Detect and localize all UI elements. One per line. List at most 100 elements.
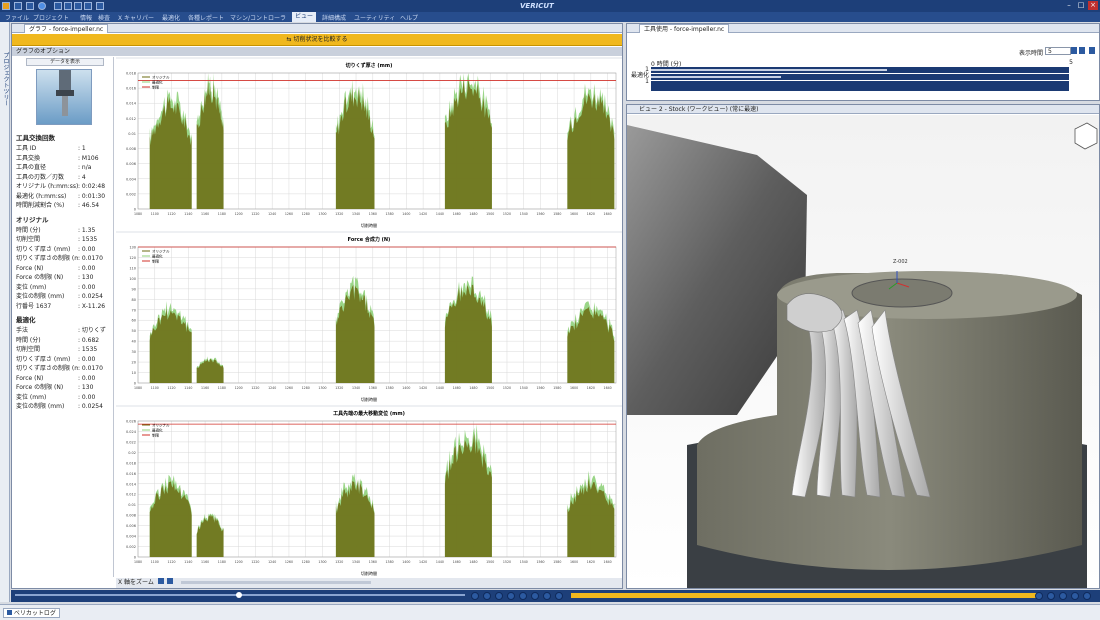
x-tick-label: 1600 — [570, 212, 578, 216]
tools-icon[interactable] — [26, 2, 34, 10]
y-tick-label: 40 — [132, 340, 136, 344]
y-tick-label: 130 — [129, 246, 136, 250]
x-tick-label: 1180 — [218, 560, 226, 564]
menu-optimize[interactable]: 最適化 — [162, 13, 180, 22]
step-button[interactable] — [1059, 592, 1067, 600]
maximize-button[interactable]: □ — [1076, 1, 1086, 10]
play-button[interactable] — [1047, 592, 1055, 600]
status-light-8[interactable] — [555, 592, 563, 600]
original-row: 切削空間: 1535 — [16, 235, 114, 245]
x-tick-label: 1280 — [302, 212, 310, 216]
x-tick-label: 1280 — [302, 386, 310, 390]
layout-icon[interactable] — [54, 2, 62, 10]
y-tick-label: 120 — [129, 256, 136, 260]
x-tick-label: 1520 — [503, 212, 511, 216]
x-tick-label: 1200 — [235, 386, 243, 390]
open-icon[interactable] — [14, 2, 22, 10]
menu-config[interactable]: 詳細構成 — [322, 13, 346, 22]
original-row: Force (N): 0.00 — [16, 264, 114, 274]
project-tree-strip[interactable]: プロジェクトツリー — [0, 22, 10, 602]
menu-view[interactable]: ビュー — [292, 12, 317, 22]
x-tick-label: 1560 — [536, 386, 544, 390]
forward-button[interactable] — [1083, 592, 1091, 600]
time-up-icon[interactable] — [1071, 47, 1077, 54]
original-key: Force (N) — [16, 264, 44, 272]
stop-button[interactable] — [1071, 592, 1079, 600]
chart-2[interactable]: 工具先端の最大移動変位 (mm) 0 0.002 0.004 0.006 0.008 0.0… — [116, 407, 622, 579]
chart-0[interactable]: 切りくず厚さ (mm) 0 0.002 0.004 0.006 0.008 0.01 0.01… — [116, 59, 622, 231]
x-tick-label: 1380 — [386, 386, 394, 390]
original-row: 変位 (mm): 0.00 — [16, 283, 114, 293]
x-tick-label: 1540 — [520, 386, 528, 390]
x-tick-label: 1080 — [134, 212, 142, 216]
original-value: : X-11.26 — [78, 302, 106, 310]
chart-1[interactable]: Force 合成力 (N) 0 10 20 30 40 50 60 70 80 90 100 110 12… — [116, 233, 622, 405]
close-button[interactable]: × — [1088, 1, 1098, 10]
minimize-button[interactable]: – — [1064, 1, 1074, 10]
compare-cutting-button[interactable]: ⇆ 切削状況を比較する — [12, 34, 622, 46]
optimized-row: 手法: 切りくず — [16, 326, 114, 336]
optimized-key: 時間 (分) — [16, 336, 41, 344]
project-tree-tab[interactable]: プロジェクトツリー — [1, 52, 10, 106]
status-light-7[interactable] — [543, 592, 551, 600]
tool-value: : 0:02:48 — [78, 183, 106, 190]
time-down-icon[interactable] — [1079, 47, 1085, 54]
x-tick-label: 1420 — [419, 386, 427, 390]
optimized-row: Force の制限 (N): 130 — [16, 383, 114, 393]
status-light-6[interactable] — [531, 592, 539, 600]
optimized-row: 切削空間: 1535 — [16, 345, 114, 355]
menu-inspect[interactable]: 検査 — [98, 13, 110, 22]
legend-entry: 制限 — [152, 259, 159, 264]
x-tick-label: 1280 — [302, 560, 310, 564]
graph-options-bar[interactable]: グラフのオプション — [12, 47, 622, 56]
menu-utility[interactable]: ユーティリティ — [354, 13, 395, 22]
x-tick-label: 1080 — [134, 386, 142, 390]
info-icon[interactable] — [38, 2, 46, 10]
progress-thumb[interactable] — [236, 592, 242, 598]
axis-label: Z-002 — [893, 259, 908, 265]
original-area — [196, 514, 224, 557]
time-axis-max: 5 — [1069, 59, 1073, 66]
settings-icon[interactable] — [96, 2, 104, 10]
status-light-1[interactable] — [471, 592, 479, 600]
vericut-log-tab[interactable]: ベリカットログ — [3, 608, 60, 618]
layout-icon-2[interactable] — [64, 2, 72, 10]
tool-row: 最適化 (h:mm:ss): 0:01:30 — [16, 192, 114, 202]
display-time-input[interactable]: 5 — [1045, 47, 1071, 55]
status-light-3[interactable] — [495, 592, 503, 600]
layout-icon-4[interactable] — [84, 2, 92, 10]
menu-file[interactable]: ファイル — [5, 13, 29, 22]
reset-button[interactable] — [1035, 592, 1043, 600]
menu-machine[interactable]: マシン/コントローラ — [230, 13, 286, 22]
x-tick-label: 1620 — [587, 212, 595, 216]
x-tick-label: 1380 — [386, 560, 394, 564]
menu-caliper[interactable]: X キャリパー — [118, 13, 154, 22]
status-light-5[interactable] — [519, 592, 527, 600]
log-icon — [7, 610, 12, 615]
y-tick-label: 0.02 — [128, 451, 136, 455]
menu-reports[interactable]: 各種レポート — [188, 13, 224, 22]
stock-3d-view[interactable]: Z-002 — [627, 115, 1099, 588]
tool-value: : n/a — [78, 164, 92, 171]
x-tick-label: 1180 — [218, 212, 226, 216]
original-row: 時間 (分): 1.35 — [16, 226, 114, 236]
time-reset-icon[interactable] — [1089, 47, 1095, 54]
graph-tab[interactable]: グラフ - force-impeller.nc — [24, 24, 109, 33]
x-tick-label: 1260 — [285, 386, 293, 390]
status-light-4[interactable] — [507, 592, 515, 600]
status-light-2[interactable] — [483, 592, 491, 600]
menu-help[interactable]: ヘルプ — [400, 13, 418, 22]
vericut-log-label: ベリカットログ — [13, 610, 56, 617]
zoom-slider[interactable] — [180, 581, 371, 584]
zoom-in-icon[interactable] — [157, 578, 164, 584]
tool-usage-tab[interactable]: 工具使用 - force-impeller.nc — [639, 24, 730, 33]
menu-project[interactable]: プロジェクト — [33, 13, 69, 22]
original-area — [196, 79, 224, 209]
menu-info[interactable]: 情報 — [80, 13, 92, 22]
zoom-row: X 軸をズーム — [116, 578, 622, 588]
zoom-out-icon[interactable] — [166, 578, 173, 584]
show-data-toggle[interactable]: データを表示 — [26, 58, 104, 66]
x-tick-label: 1580 — [553, 386, 561, 390]
layout-icon-3[interactable] — [74, 2, 82, 10]
app-title: VERICUT — [520, 2, 554, 10]
